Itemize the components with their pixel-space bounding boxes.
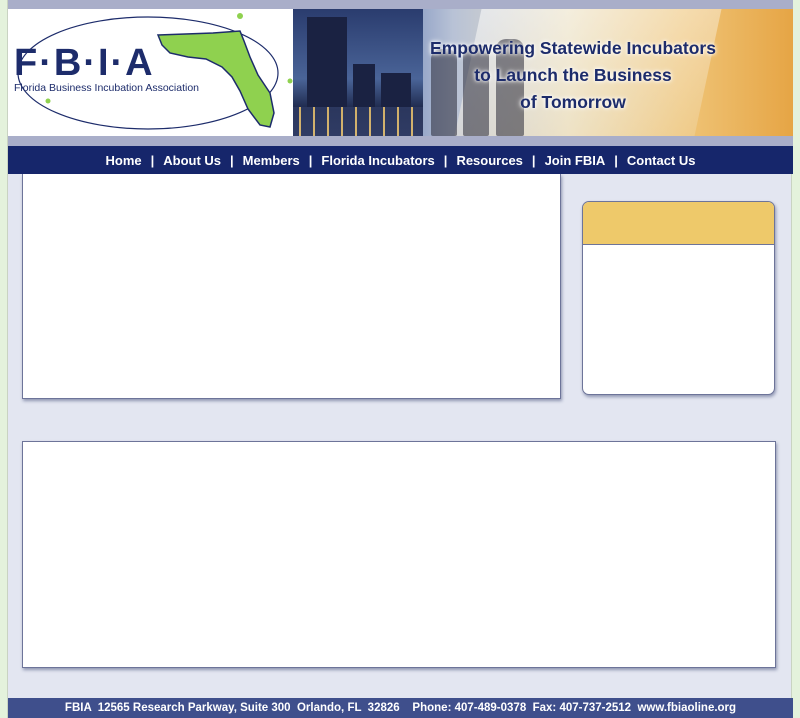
lower-content-panel (22, 441, 776, 668)
tagline-line-2: to Launch the Business (474, 65, 672, 85)
nav-florida-incubators[interactable]: Florida Incubators (319, 153, 436, 168)
nav-home[interactable]: Home (103, 153, 143, 168)
header-tagline: Empowering Statewide Incubators to Launc… (413, 35, 733, 116)
nav-separator: | (230, 152, 234, 168)
nav-members[interactable]: Members (241, 153, 302, 168)
page-container: F·B·I·A Florida Business Incubation Asso… (7, 0, 793, 718)
banner-top-stripe (8, 0, 793, 9)
header-banner: F·B·I·A Florida Business Incubation Asso… (8, 0, 793, 146)
nav-separator: | (614, 152, 618, 168)
main-nav: Home | About Us | Members | Florida Incu… (8, 146, 793, 174)
tagline-line-1: Empowering Statewide Incubators (430, 38, 716, 58)
sidebar-box-header (583, 202, 774, 245)
tagline-line-3: of Tomorrow (520, 92, 626, 112)
sidebar-box (582, 201, 775, 395)
banner-bottom-stripe (8, 136, 793, 146)
city-skyline-photo (293, 9, 423, 136)
nav-separator: | (531, 152, 536, 168)
nav-resources[interactable]: Resources (454, 153, 524, 168)
logo-letters: F·B·I·A (14, 42, 155, 84)
main-content-panel (22, 174, 561, 399)
nav-about-us[interactable]: About Us (161, 153, 223, 168)
nav-separator: | (308, 152, 313, 168)
nav-contact-us[interactable]: Contact Us (625, 153, 698, 168)
nav-join-fbia[interactable]: Join FBIA (543, 153, 608, 168)
footer-contact: FBIA 12565 Research Parkway, Suite 300 O… (8, 698, 793, 718)
logo-subtitle: Florida Business Incubation Association (14, 82, 200, 94)
fbia-logo[interactable]: F·B·I·A Florida Business Incubation Asso… (8, 9, 298, 136)
nav-separator: | (443, 152, 448, 168)
nav-separator: | (150, 152, 155, 168)
